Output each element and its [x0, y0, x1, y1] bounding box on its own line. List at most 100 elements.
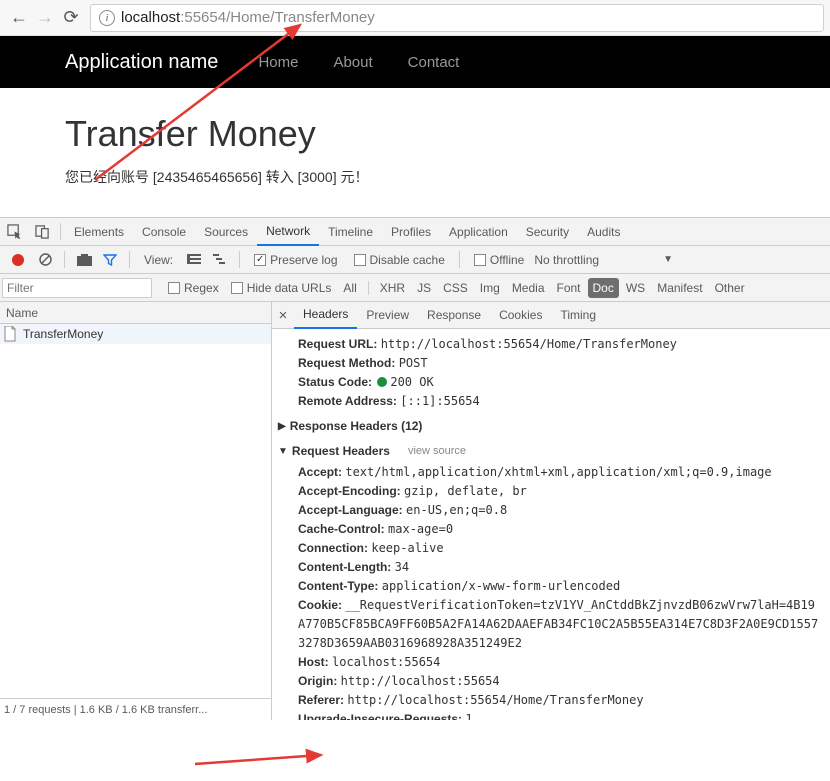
request-detail: × Headers Preview Response Cookies Timin…	[272, 302, 830, 720]
request-row[interactable]: TransferMoney	[0, 324, 271, 344]
filter-type-css[interactable]: CSS	[438, 278, 473, 298]
document-icon	[3, 326, 17, 342]
record-button[interactable]	[12, 254, 24, 266]
back-button[interactable]: ←	[6, 5, 32, 31]
address-bar[interactable]: i localhost:55654/Home/TransferMoney	[90, 4, 824, 32]
triangle-down-icon: ▼	[278, 442, 288, 461]
general-status-code: Status Code: 200 OK	[288, 373, 820, 392]
view-source-link[interactable]: view source	[408, 442, 466, 461]
detail-tab-preview[interactable]: Preview	[357, 302, 418, 329]
header-accept-encoding: Accept-Encoding: gzip, deflate, br	[288, 482, 820, 501]
reload-button[interactable]: ⟳	[58, 5, 84, 31]
tab-elements[interactable]: Elements	[65, 218, 133, 246]
site-navbar: Application name Home About Contact	[0, 36, 830, 88]
close-detail-button[interactable]: ×	[272, 307, 294, 324]
filter-type-doc[interactable]: Doc	[588, 278, 619, 298]
page-title: Transfer Money	[65, 113, 765, 155]
regex-toggle[interactable]: Regex	[168, 281, 219, 295]
general-remote-address: Remote Address: [::1]:55654	[288, 392, 820, 411]
device-mode-icon[interactable]	[28, 218, 56, 246]
request-list-footer: 1 / 7 requests | 1.6 KB / 1.6 KB transfe…	[0, 698, 271, 720]
forward-button[interactable]: →	[32, 5, 58, 31]
header-content-length: Content-Length: 34	[288, 558, 820, 577]
brand-label[interactable]: Application name	[65, 51, 218, 74]
filter-type-js[interactable]: JS	[412, 278, 436, 298]
network-toolbar: View: Preserve log Disable cache Offline…	[0, 246, 830, 274]
filter-type-manifest[interactable]: Manifest	[652, 278, 707, 298]
tab-security[interactable]: Security	[517, 218, 578, 246]
detail-tabs: × Headers Preview Response Cookies Timin…	[272, 302, 830, 329]
separator	[64, 251, 65, 268]
filter-icon[interactable]	[99, 249, 121, 271]
detail-tab-timing[interactable]: Timing	[551, 302, 605, 329]
disable-cache-toggle[interactable]: Disable cache	[354, 253, 445, 267]
nav-link-about[interactable]: About	[333, 54, 372, 71]
preserve-log-toggle[interactable]: Preserve log	[254, 253, 337, 267]
filter-type-ws[interactable]: WS	[621, 278, 650, 298]
tab-sources[interactable]: Sources	[195, 218, 257, 246]
triangle-right-icon: ▶	[278, 417, 286, 436]
request-list-empty	[0, 344, 271, 698]
offline-toggle[interactable]: Offline	[474, 253, 524, 267]
separator	[60, 223, 61, 240]
filter-type-xhr[interactable]: XHR	[375, 278, 410, 298]
detail-tab-cookies[interactable]: Cookies	[490, 302, 551, 329]
separator	[129, 251, 130, 268]
clear-icon[interactable]	[34, 249, 56, 271]
large-rows-icon[interactable]	[183, 249, 205, 271]
response-headers-section[interactable]: ▶Response Headers (12)	[278, 417, 820, 436]
devtools-tabs: Elements Console Sources Network Timelin…	[0, 218, 830, 246]
header-accept: Accept: text/html,application/xhtml+xml,…	[288, 463, 820, 482]
browser-toolbar: ← → ⟳ i localhost:55654/Home/TransferMon…	[0, 0, 830, 36]
request-headers-section[interactable]: ▼Request Headersview source	[278, 442, 820, 461]
header-accept-language: Accept-Language: en-US,en;q=0.8	[288, 501, 820, 520]
inspect-icon[interactable]	[0, 218, 28, 246]
tab-audits[interactable]: Audits	[578, 218, 629, 246]
waterfall-icon[interactable]	[209, 249, 231, 271]
tab-network[interactable]: Network	[257, 218, 319, 246]
separator	[239, 251, 240, 268]
header-content-type: Content-Type: application/x-www-form-url…	[288, 577, 820, 596]
checkbox-icon	[354, 254, 366, 266]
hide-data-urls-toggle[interactable]: Hide data URLs	[231, 281, 332, 295]
filter-type-img[interactable]: Img	[475, 278, 505, 298]
chevron-down-icon[interactable]: ▼	[663, 254, 673, 265]
detail-tab-response[interactable]: Response	[418, 302, 490, 329]
filter-type-media[interactable]: Media	[507, 278, 550, 298]
request-list-header[interactable]: Name	[0, 302, 271, 324]
headers-body: Request URL: http://localhost:55654/Home…	[272, 329, 830, 720]
filter-type-other[interactable]: Other	[710, 278, 750, 298]
page-content: Transfer Money 您已经向账号 [2435465465656] 转入…	[0, 88, 830, 217]
nav-link-home[interactable]: Home	[258, 54, 298, 71]
header-upgrade-insecure: Upgrade-Insecure-Requests: 1	[288, 710, 820, 720]
separator	[368, 281, 369, 295]
general-request-method: Request Method: POST	[288, 354, 820, 373]
transfer-message: 您已经向账号 [2435465465656] 转入 [3000] 元！	[65, 167, 765, 187]
header-cache-control: Cache-Control: max-age=0	[288, 520, 820, 539]
annotation-arrow	[193, 748, 333, 769]
url-host: localhost	[121, 9, 180, 26]
tab-timeline[interactable]: Timeline	[319, 218, 382, 246]
filter-input[interactable]	[2, 278, 152, 298]
header-origin: Origin: http://localhost:55654	[288, 672, 820, 691]
tab-console[interactable]: Console	[133, 218, 195, 246]
checkbox-icon	[168, 282, 180, 294]
tab-application[interactable]: Application	[440, 218, 517, 246]
filter-type-all[interactable]: All	[338, 278, 361, 298]
checkbox-icon	[254, 254, 266, 266]
tab-profiles[interactable]: Profiles	[382, 218, 440, 246]
throttling-select[interactable]: No throttling	[534, 253, 599, 267]
checkbox-icon	[231, 282, 243, 294]
request-name: TransferMoney	[23, 327, 103, 341]
url-path: /Home/TransferMoney	[226, 9, 375, 26]
nav-link-contact[interactable]: Contact	[408, 54, 460, 71]
header-host: Host: localhost:55654	[288, 653, 820, 672]
filter-type-font[interactable]: Font	[552, 278, 586, 298]
url-port: :55654	[180, 9, 226, 26]
network-filter-bar: Regex Hide data URLs All XHR JS CSS Img …	[0, 274, 830, 302]
site-info-icon[interactable]: i	[99, 10, 115, 26]
checkbox-icon	[474, 254, 486, 266]
capture-screenshot-icon[interactable]	[73, 249, 95, 271]
request-list: Name TransferMoney 1 / 7 requests | 1.6 …	[0, 302, 272, 720]
detail-tab-headers[interactable]: Headers	[294, 302, 357, 329]
